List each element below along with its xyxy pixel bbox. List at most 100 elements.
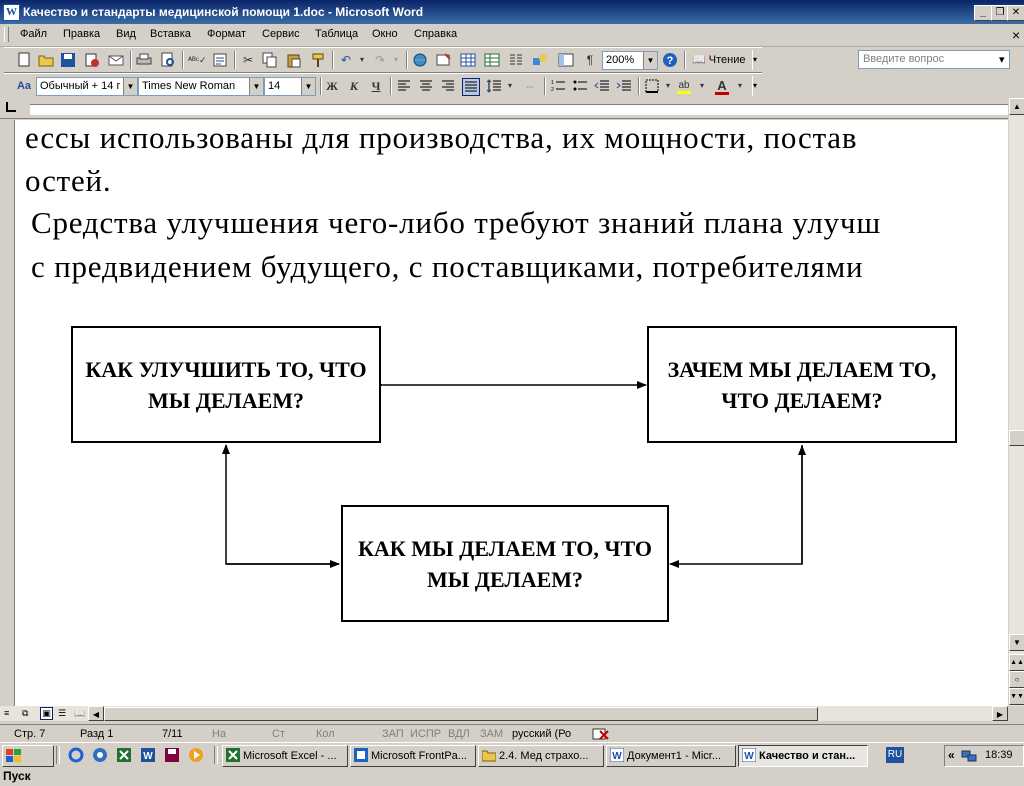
excel-quicklaunch-icon[interactable] <box>116 747 132 766</box>
menu-edit[interactable]: Правка <box>63 28 100 40</box>
diagram-box-why[interactable]: ЗАЧЕМ МЫ ДЕЛАЕМ ТО, ЧТО ДЕЛАЕМ? <box>647 326 957 443</box>
font-color-icon[interactable]: A <box>714 78 730 95</box>
help-search-input[interactable]: Введите вопрос ▾ <box>858 50 1010 69</box>
word-doc-icon[interactable]: W <box>3 4 20 21</box>
undo-icon[interactable]: ↶ <box>338 52 354 68</box>
status-rec[interactable]: ЗАП <box>382 728 404 740</box>
chevron-down-icon[interactable]: ▼ <box>301 78 315 95</box>
task-current-document[interactable]: W Качество и стан... <box>738 745 868 767</box>
previous-page-icon[interactable]: ▲▲ <box>1009 654 1024 671</box>
scroll-thumb[interactable] <box>1009 430 1024 446</box>
italic-button[interactable]: К <box>346 78 362 94</box>
scroll-left-icon[interactable]: ◀ <box>88 706 104 721</box>
close-doc-button[interactable]: × <box>1012 27 1020 43</box>
research-icon[interactable] <box>212 52 228 68</box>
tables-borders-icon[interactable] <box>436 52 452 68</box>
chevron-down-icon[interactable]: ▼ <box>643 52 657 69</box>
next-page-icon[interactable]: ▼▼ <box>1009 688 1024 705</box>
media-player-icon[interactable] <box>188 747 204 766</box>
save-quicklaunch-icon[interactable] <box>164 747 180 766</box>
task-folder[interactable]: 2.4. Мед страхо... <box>478 745 604 767</box>
tray-expand-icon[interactable]: « <box>948 748 955 762</box>
horizontal-scroll-thumb[interactable] <box>104 707 818 721</box>
task-excel[interactable]: Microsoft Excel - ... <box>222 745 348 767</box>
justify-icon[interactable] <box>462 78 480 96</box>
status-ovr[interactable]: ЗАМ <box>480 728 503 740</box>
scroll-right-icon[interactable]: ▶ <box>992 706 1008 721</box>
new-document-icon[interactable] <box>16 52 32 68</box>
numbering-icon[interactable]: 12 <box>550 78 566 94</box>
network-icon[interactable] <box>961 748 977 767</box>
undo-dropdown-icon[interactable]: ▾ <box>354 52 370 68</box>
normal-view-icon[interactable]: ≡ <box>4 708 9 718</box>
font-color-dropdown-icon[interactable]: ▾ <box>732 78 748 94</box>
menu-tools[interactable]: Сервис <box>262 28 300 40</box>
minimize-button[interactable]: _ <box>974 5 992 21</box>
menu-table[interactable]: Таблица <box>315 28 358 40</box>
browse-object-icon[interactable]: ○ <box>1009 671 1024 688</box>
spelling-icon[interactable]: ᴬᴮᶜ✓ <box>188 52 207 68</box>
format-painter-icon[interactable] <box>310 52 326 68</box>
redo-icon[interactable]: ↷ <box>372 52 388 68</box>
chevron-down-icon[interactable]: ▼ <box>123 78 137 95</box>
underline-button[interactable]: Ч <box>368 78 384 94</box>
vertical-scrollbar[interactable]: ▲ ▼ ▲▲ ○ ▼▼ <box>1008 98 1024 706</box>
outline-view-icon[interactable]: ☰ <box>58 708 66 719</box>
highlight-dropdown-icon[interactable]: ▾ <box>694 78 710 94</box>
zoom-select[interactable]: 200% ▼ <box>602 51 658 70</box>
show-hide-icon[interactable]: ¶ <box>582 52 598 68</box>
horizontal-scrollbar[interactable]: ≡ ⧉ ▣ ☰ 📖 ◀ ▶ <box>0 706 1008 721</box>
borders-icon[interactable] <box>644 78 660 94</box>
scroll-down-icon[interactable]: ▼ <box>1009 634 1024 651</box>
task-frontpage[interactable]: Microsoft FrontPa... <box>350 745 476 767</box>
cut-icon[interactable]: ✂ <box>240 52 256 68</box>
status-trk[interactable]: ИСПР <box>410 728 441 740</box>
style-select[interactable]: Обычный + 14 г ▼ <box>36 77 138 96</box>
align-center-icon[interactable] <box>418 78 434 94</box>
permission-icon[interactable] <box>84 52 100 68</box>
redo-dropdown-icon[interactable]: ▾ <box>388 52 404 68</box>
copy-icon[interactable] <box>262 52 278 68</box>
reading-mode-button[interactable]: 📖 Чтение <box>692 53 745 66</box>
align-left-icon[interactable] <box>396 78 412 94</box>
print-layout-icon[interactable]: ▣ <box>40 707 53 720</box>
insert-table-icon[interactable] <box>460 52 476 68</box>
tab-stop-icon[interactable] <box>6 102 16 112</box>
font-size-select[interactable]: 14 ▼ <box>264 77 316 96</box>
menu-insert[interactable]: Вставка <box>150 28 191 40</box>
font-select[interactable]: Times New Roman ▼ <box>138 77 264 96</box>
outlook-icon[interactable] <box>92 747 108 766</box>
bold-button[interactable]: Ж <box>324 78 340 94</box>
hyperlink-icon[interactable] <box>412 52 428 68</box>
menu-view[interactable]: Вид <box>116 28 136 40</box>
language-indicator[interactable]: RU <box>886 747 904 763</box>
diagram-box-improve[interactable]: КАК УЛУЧШИТЬ ТО, ЧТО МЫ ДЕЛАЕМ? <box>71 326 381 443</box>
print-icon[interactable] <box>136 52 152 68</box>
menu-file[interactable]: Файл <box>20 28 47 40</box>
ie-icon[interactable] <box>68 747 84 766</box>
line-spacing-dropdown-icon[interactable]: ▾ <box>502 78 518 94</box>
highlight-icon[interactable]: ab <box>676 78 692 94</box>
text-direction-icon[interactable]: ⇔ <box>522 78 538 94</box>
decrease-indent-icon[interactable] <box>594 78 610 94</box>
status-ext[interactable]: ВДЛ <box>448 728 470 740</box>
open-folder-icon[interactable] <box>38 52 54 68</box>
menu-format[interactable]: Формат <box>207 28 246 40</box>
menu-help[interactable]: Справка <box>414 28 457 40</box>
print-preview-icon[interactable] <box>160 52 176 68</box>
chevron-down-icon[interactable]: ▼ <box>249 78 263 95</box>
bullets-icon[interactable] <box>572 78 588 94</box>
chevron-down-icon[interactable]: ▾ <box>999 53 1005 66</box>
paste-icon[interactable] <box>286 52 302 68</box>
line-spacing-icon[interactable] <box>486 78 502 94</box>
menu-window[interactable]: Окно <box>372 28 398 40</box>
task-document1[interactable]: W Документ1 - Micr... <box>606 745 736 767</box>
columns-icon[interactable] <box>508 52 524 68</box>
word-quicklaunch-icon[interactable]: W <box>140 747 156 766</box>
reading-view-icon[interactable]: 📖 <box>74 708 85 719</box>
scroll-up-icon[interactable]: ▲ <box>1009 98 1024 115</box>
toolbar-options-icon[interactable]: ▾ <box>752 76 761 96</box>
close-button[interactable]: ✕ <box>1007 5 1024 21</box>
help-icon[interactable]: ? <box>662 52 678 68</box>
increase-indent-icon[interactable] <box>616 78 632 94</box>
